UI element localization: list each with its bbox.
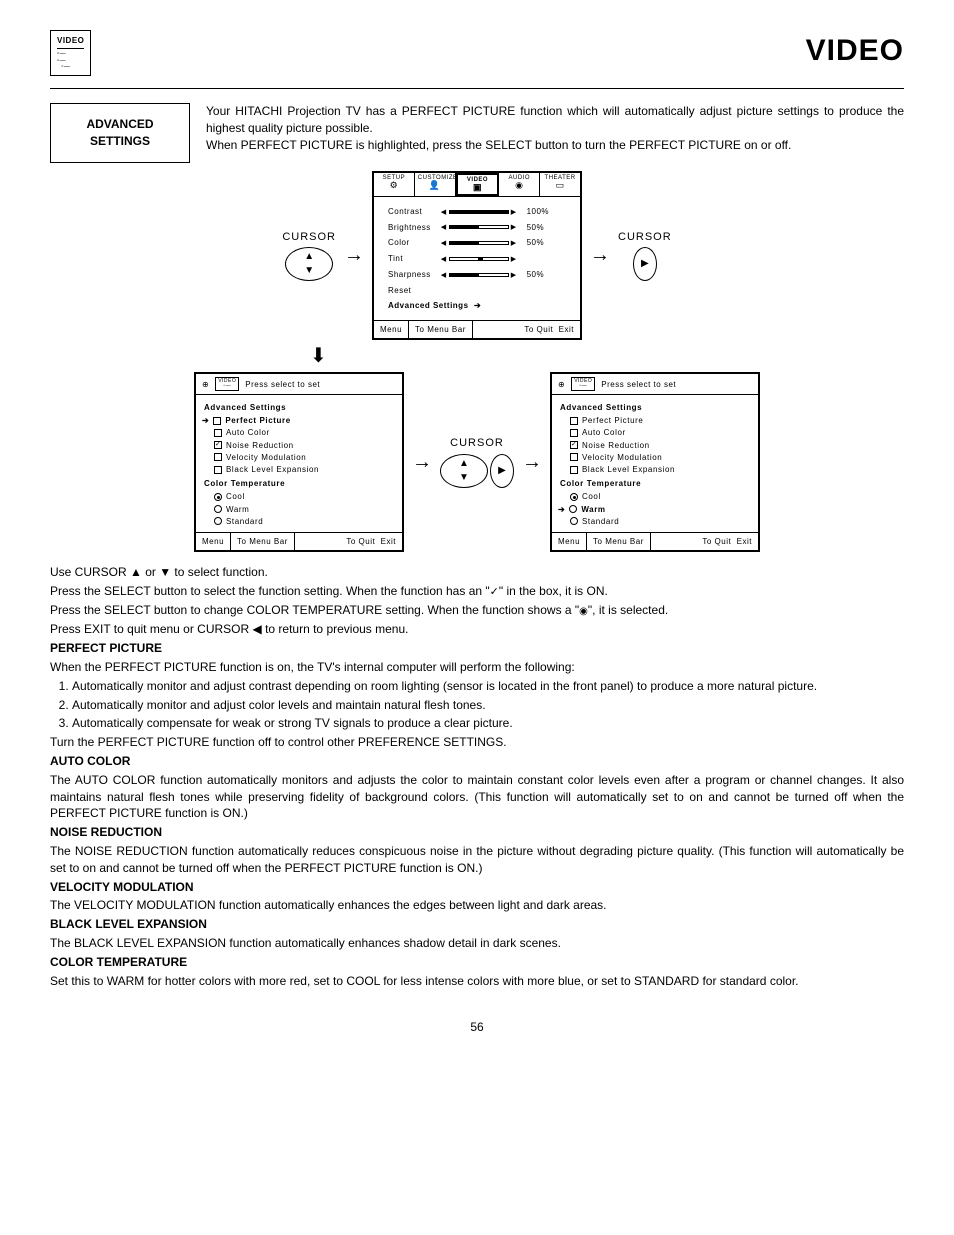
instr-p3: Press the SELECT button to change COLOR … xyxy=(50,602,904,619)
cursor-middle-widget: CURSOR ▲▼ ▶ xyxy=(440,436,514,487)
arrow-right-icon: → xyxy=(412,448,432,476)
video-menu-icon: VIDEO ▫—▫— ▫— xyxy=(50,30,91,76)
noise-hdr: NOISE REDUCTION xyxy=(50,824,904,841)
perfect-picture-hdr: PERFECT PICTURE xyxy=(50,640,904,657)
cursor-right-widget: CURSOR ▶ xyxy=(618,230,672,281)
autocolor-p: The AUTO COLOR function automatically mo… xyxy=(50,772,904,822)
noise-p: The NOISE REDUCTION function automatical… xyxy=(50,843,904,877)
instr-p4: Press EXIT to quit menu or CURSOR ◀ to r… xyxy=(50,621,904,638)
page-number: 56 xyxy=(50,1019,904,1036)
page-title: VIDEO xyxy=(806,30,904,72)
autocolor-hdr: AUTO COLOR xyxy=(50,753,904,770)
osd-adv-right: ⊕VIDEO▫— Press select to set Advanced Se… xyxy=(550,372,760,552)
adv-box-line2: SETTINGS xyxy=(90,134,150,148)
black-hdr: BLACK LEVEL EXPANSION xyxy=(50,916,904,933)
intro-p2: When PERFECT PICTURE is highlighted, pre… xyxy=(206,137,904,154)
perfect-list: Automatically monitor and adjust contras… xyxy=(72,678,904,732)
arrow-right-icon: → xyxy=(590,241,610,269)
perfect-intro: When the PERFECT PICTURE function is on,… xyxy=(50,659,904,676)
arrow-down-icon: ⬇ xyxy=(50,342,904,370)
cursor-up-down-left: CURSOR ▲▼ xyxy=(282,230,336,281)
instr-p1: Use CURSOR ▲ or ▼ to select function. xyxy=(50,564,904,581)
divider xyxy=(50,88,904,89)
perfect-outro: Turn the PERFECT PICTURE function off to… xyxy=(50,734,904,751)
arrow-right-icon: → xyxy=(344,241,364,269)
velocity-hdr: VELOCITY MODULATION xyxy=(50,879,904,896)
colortemp-hdr: COLOR TEMPERATURE xyxy=(50,954,904,971)
osd-video-menu: SETUP⚙ CUSTOMIZE👤 VIDEO▣ AUDIO◉ THEATER▭… xyxy=(372,171,582,341)
osd-adv-left: ⊕VIDEO▫— Press select to set Advanced Se… xyxy=(194,372,404,552)
adv-box-line1: ADVANCED xyxy=(86,117,153,131)
velocity-p: The VELOCITY MODULATION function automat… xyxy=(50,897,904,914)
advanced-settings-box: ADVANCED SETTINGS xyxy=(50,103,190,163)
arrow-right-icon: → xyxy=(522,448,542,476)
black-p: The BLACK LEVEL EXPANSION function autom… xyxy=(50,935,904,952)
intro-p1: Your HITACHI Projection TV has a PERFECT… xyxy=(206,103,904,137)
colortemp-p: Set this to WARM for hotter colors with … xyxy=(50,973,904,990)
instr-p2: Press the SELECT button to select the fu… xyxy=(50,583,904,600)
